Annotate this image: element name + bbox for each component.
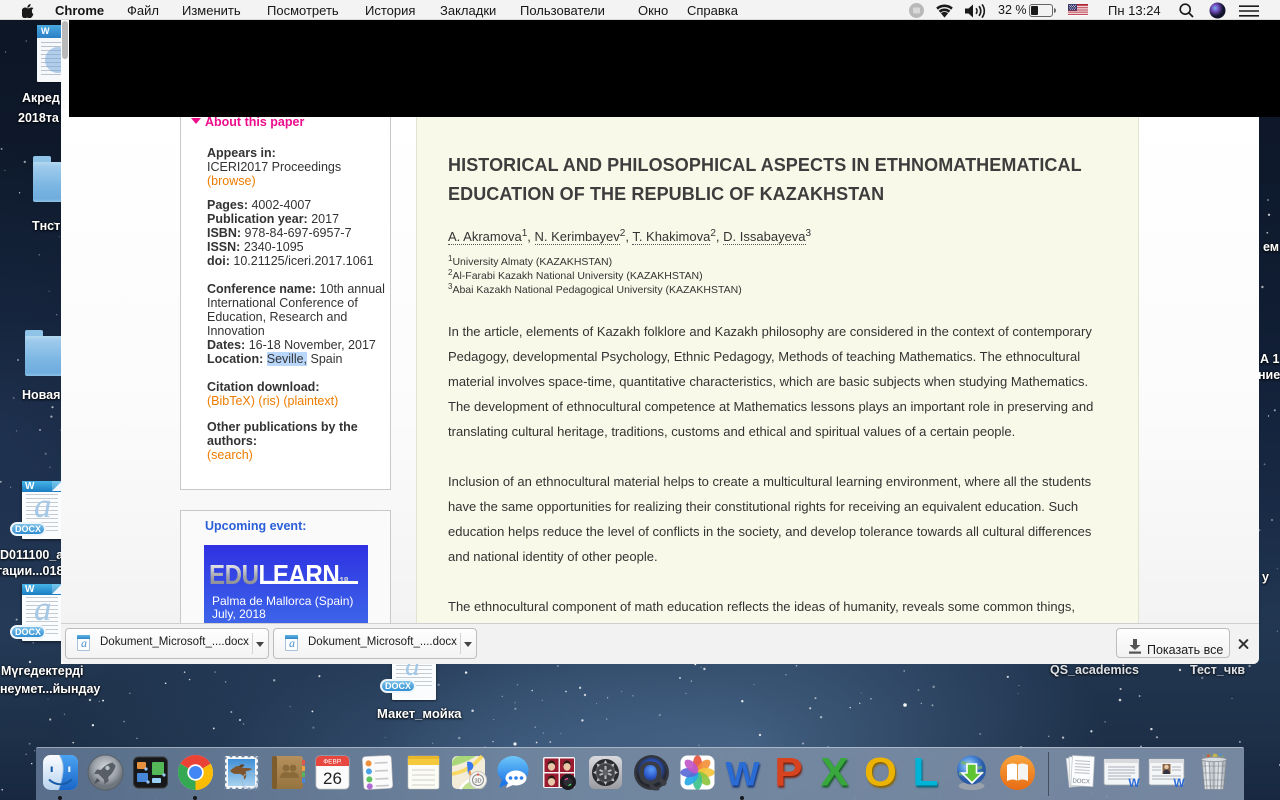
svg-text:Q: Q [638,755,663,791]
svg-text:X: X [820,754,848,792]
svg-text:P: P [774,754,802,792]
svg-text:L: L [913,754,939,792]
svg-text:W: W [1128,776,1140,790]
svg-text:DOCX: DOCX [1072,779,1090,786]
svg-text:W: W [726,755,761,792]
svg-text:ФЕВР.: ФЕВР. [323,759,342,766]
svg-text:O: O [864,754,897,792]
svg-text:3D: 3D [474,779,481,785]
svg-text:W: W [1173,776,1185,790]
svg-text:26: 26 [323,769,342,788]
